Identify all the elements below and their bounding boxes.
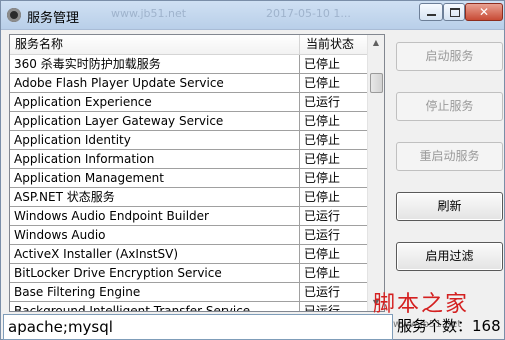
stop-service-button[interactable]: 停止服务 [396, 92, 503, 121]
app-icon [7, 8, 21, 22]
list-item[interactable]: ActiveX Installer (AxInstSV) 已停止 [10, 245, 369, 264]
service-name-cell: ASP.NET 状态服务 [10, 188, 300, 206]
service-status-cell: 已运行 [304, 304, 341, 312]
service-name-cell: ActiveX Installer (AxInstSV) [10, 245, 300, 263]
service-name-cell: Adobe Flash Player Update Service [10, 74, 300, 92]
window-title: 服务管理 [27, 11, 80, 26]
service-status-cell: 已停止 [304, 266, 341, 280]
service-count-label: 服务个数：168 [397, 317, 501, 335]
service-status-cell: 已停止 [304, 247, 341, 261]
list-item[interactable]: BitLocker Drive Encryption Service 已停止 [10, 264, 369, 283]
service-name-cell: Windows Audio Endpoint Builder [10, 207, 300, 225]
service-manager-window: 服务管理 www.jb51.net 2017-05-10 1... ✕ 服务名称… [0, 0, 505, 340]
service-name-cell: 360 杀毒实时防护加载服务 [10, 55, 300, 73]
list-item[interactable]: Application Information 已停止 [10, 150, 369, 169]
service-status-cell: 已停止 [304, 152, 341, 166]
column-header-status[interactable]: 当前状态 [302, 35, 369, 54]
start-service-button[interactable]: 启动服务 [396, 42, 503, 71]
title-ghost-date: 2017-05-10 1... [266, 7, 351, 20]
list-item[interactable]: Base Filtering Engine 已运行 [10, 283, 369, 302]
list-item[interactable]: Windows Audio Endpoint Builder 已运行 [10, 207, 369, 226]
service-name-cell: BitLocker Drive Encryption Service [10, 264, 300, 282]
close-icon: ✕ [478, 5, 490, 19]
list-item[interactable]: 360 杀毒实时防护加载服务 已停止 [10, 55, 369, 74]
list-rows: 360 杀毒实时防护加载服务 已停止 Adobe Flash Player Upda… [10, 55, 369, 312]
filter-input[interactable]: apache;mysql [3, 314, 393, 340]
service-status-cell: 已运行 [304, 228, 341, 242]
service-status-cell: 已停止 [304, 76, 341, 90]
refresh-button[interactable]: 刷新 [396, 192, 503, 221]
service-name-cell: Application Experience [10, 93, 300, 111]
title-ghost-text: www.jb51.net [111, 7, 187, 20]
list-item[interactable]: Background Intelligent Transfer Service 已… [10, 302, 369, 312]
service-name-cell: Application Identity [10, 131, 300, 149]
service-status-cell: 已停止 [304, 133, 341, 147]
service-name-cell: Application Information [10, 150, 300, 168]
service-status-cell: 已运行 [304, 285, 341, 299]
service-status-cell: 已停止 [304, 114, 341, 128]
service-status-cell: 已停止 [304, 171, 341, 185]
list-item[interactable]: ASP.NET 状态服务 已停止 [10, 188, 369, 207]
restart-service-button[interactable]: 重启动服务 [396, 142, 503, 171]
watermark-logo: 脚本之家 [373, 292, 470, 317]
list-item[interactable]: Adobe Flash Player Update Service 已停止 [10, 74, 369, 93]
list-item[interactable]: Application Identity 已停止 [10, 131, 369, 150]
service-name-cell: Application Layer Gateway Service [10, 112, 300, 130]
list-item[interactable]: Application Management 已停止 [10, 169, 369, 188]
scroll-thumb[interactable] [370, 73, 383, 93]
list-item[interactable]: Application Layer Gateway Service 已停止 [10, 112, 369, 131]
column-header-name[interactable]: 服务名称 [10, 35, 300, 54]
list-item[interactable]: Application Experience 已运行 [10, 93, 369, 112]
service-status-cell: 已停止 [304, 190, 341, 204]
service-name-cell: Base Filtering Engine [10, 283, 300, 301]
vertical-scrollbar[interactable]: ▲ ▼ [367, 35, 384, 311]
enable-filter-button[interactable]: 启用过滤 [396, 242, 503, 271]
service-name-cell: Application Management [10, 169, 300, 187]
minimize-icon [427, 14, 436, 16]
maximize-icon [450, 8, 460, 17]
title-bar[interactable]: 服务管理 www.jb51.net 2017-05-10 1... ✕ [1, 1, 504, 30]
service-list[interactable]: 服务名称 当前状态 360 杀毒实时防护加载服务 已停止 Adobe Flash P… [9, 34, 385, 312]
service-status-cell: 已运行 [304, 95, 341, 109]
list-header: 服务名称 当前状态 [10, 35, 369, 55]
list-item[interactable]: Windows Audio 已运行 [10, 226, 369, 245]
minimize-button[interactable] [419, 3, 443, 21]
service-status-cell: 已停止 [304, 57, 341, 71]
service-name-cell: Background Intelligent Transfer Service [10, 302, 300, 311]
scroll-up-icon[interactable]: ▲ [368, 35, 384, 51]
maximize-button[interactable] [443, 3, 465, 21]
service-status-cell: 已运行 [304, 209, 341, 223]
close-button[interactable]: ✕ [465, 3, 503, 21]
service-name-cell: Windows Audio [10, 226, 300, 244]
